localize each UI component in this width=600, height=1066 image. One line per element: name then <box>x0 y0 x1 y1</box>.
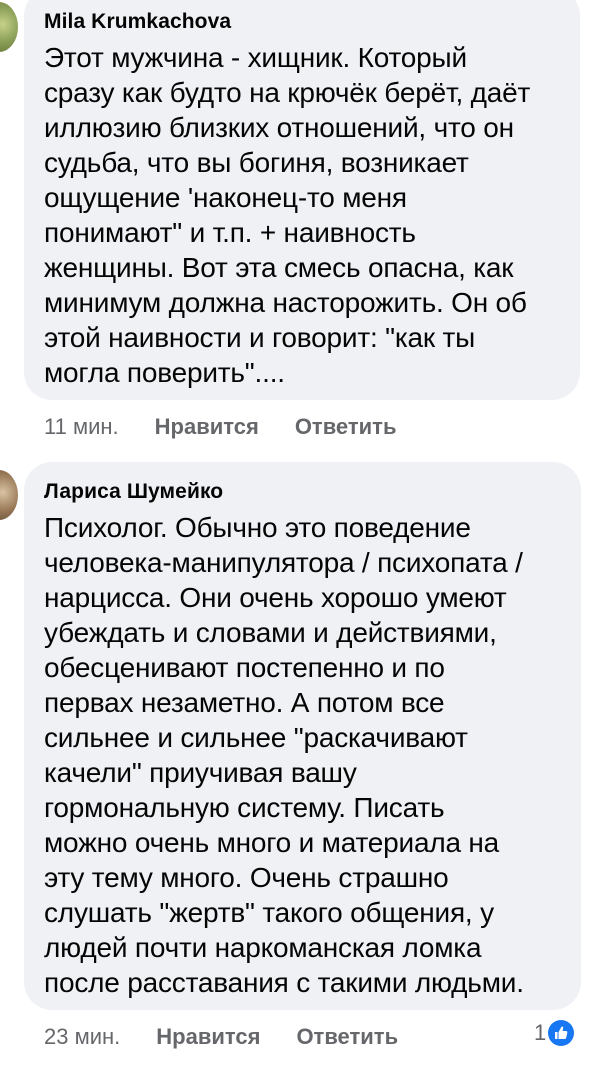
avatar[interactable] <box>0 2 18 52</box>
comment-timestamp[interactable]: 23 мин. <box>44 1024 120 1050</box>
comment-author[interactable]: Лариса Шумейко <box>44 480 223 504</box>
thumbs-up-icon <box>548 1020 575 1046</box>
like-button[interactable]: Нравится <box>156 1024 260 1050</box>
comment-actions: 23 мин. Нравится Ответить <box>44 1024 434 1050</box>
reaction-count: 1 <box>534 1020 547 1045</box>
comment-timestamp[interactable]: 11 мин. <box>44 414 119 440</box>
like-button[interactable]: Нравится <box>155 414 259 440</box>
comment-bubble: Лариса Шумейко Психолог. Обычно это пове… <box>24 462 581 1010</box>
comment-author[interactable]: Mila Krumkachova <box>44 10 231 34</box>
reply-button[interactable]: Ответить <box>295 414 397 440</box>
comment-thread: Mila Krumkachova Этот мужчина - хищник. … <box>0 0 600 1066</box>
comment-actions: 11 мин. Нравится Ответить <box>44 414 432 440</box>
comment-text: Этот мужчина - хищник. Который сразу как… <box>44 42 531 388</box>
reaction-summary[interactable]: 1 <box>534 1020 575 1046</box>
comment-text: Психолог. Обычно это поведение человека-… <box>44 512 524 998</box>
reply-button[interactable]: Ответить <box>296 1024 398 1050</box>
avatar[interactable] <box>0 470 18 520</box>
comment-bubble: Mila Krumkachova Этот мужчина - хищник. … <box>24 0 580 400</box>
